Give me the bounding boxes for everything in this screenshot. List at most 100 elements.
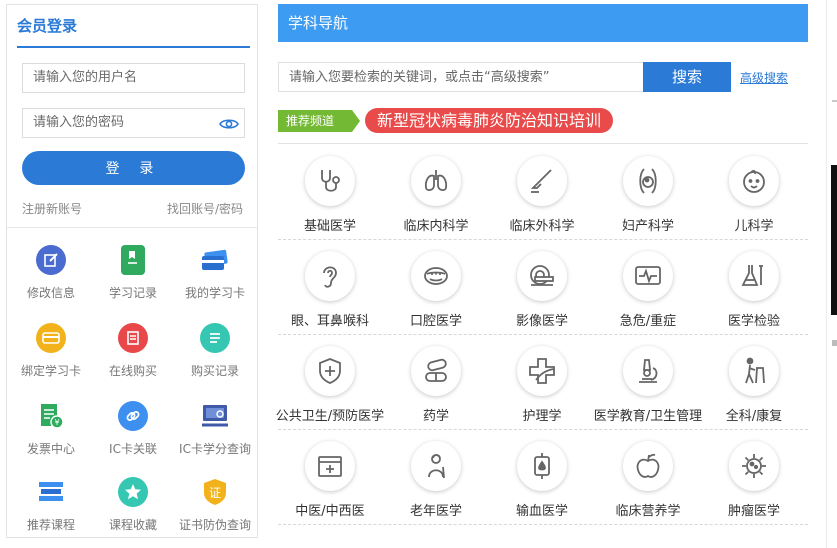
category-stomatology[interactable]: 口腔医学 xyxy=(381,251,491,329)
category-label: 中医/中西医 xyxy=(295,504,365,519)
category-label: 临床内科学 xyxy=(403,219,469,234)
category-emergency[interactable]: 急危/重症 xyxy=(593,251,703,329)
recommend-banner-covid-training[interactable]: 新型冠状病毒肺炎防治知识培训 xyxy=(365,108,614,133)
category-label: 临床营养学 xyxy=(615,504,681,519)
category-surgery[interactable]: 临床外科学 xyxy=(487,156,597,234)
category-geriatrics[interactable]: 老年医学 xyxy=(381,441,491,519)
password-field[interactable] xyxy=(22,108,245,138)
menu-item-my-card[interactable]: 我的学习卡 xyxy=(173,245,257,301)
divider xyxy=(278,429,808,430)
blood-bag-icon xyxy=(517,441,567,491)
shield-cross-icon xyxy=(305,346,355,396)
category-label: 药学 xyxy=(422,409,449,424)
register-link[interactable]: 注册新账号 xyxy=(22,200,82,217)
lab-flask-icon xyxy=(729,251,779,301)
menu-item-label: 学习记录 xyxy=(108,286,157,300)
menu-item-label: 购买记录 xyxy=(190,364,239,378)
category-oncology[interactable]: 肿瘤医学 xyxy=(699,441,809,519)
category-nursing[interactable]: 护理学 xyxy=(487,346,597,424)
microscope-icon xyxy=(623,346,673,396)
category-label: 影像医学 xyxy=(515,314,568,329)
search-input[interactable] xyxy=(279,63,643,91)
menu-item-study-record[interactable]: 学习记录 xyxy=(91,245,175,301)
category-nutrition[interactable]: 临床营养学 xyxy=(593,441,703,519)
medicine-box-icon xyxy=(305,441,355,491)
category-obstetrics[interactable]: 妇产科学 xyxy=(593,156,703,234)
password-input[interactable] xyxy=(33,109,213,136)
lungs-icon xyxy=(411,156,461,206)
menu-item-ic-credit-query[interactable]: IC卡学分查询 xyxy=(173,401,257,457)
category-label: 全科/康复 xyxy=(725,409,783,424)
cart-icon xyxy=(118,323,148,353)
link-icon xyxy=(118,401,148,431)
page-edge-banner xyxy=(831,165,837,315)
category-label: 急危/重症 xyxy=(619,314,677,329)
menu-item-bind-card[interactable]: 绑定学习卡 xyxy=(9,323,93,379)
divider xyxy=(278,143,808,144)
menu-item-label: IC卡关联 xyxy=(109,442,157,456)
bookmark-doc-icon xyxy=(121,245,145,275)
menu-item-label: 课程收藏 xyxy=(108,518,157,532)
certificate-icon: 证 xyxy=(200,477,230,507)
category-general-rehab[interactable]: 全科/康复 xyxy=(699,346,809,424)
search-field[interactable] xyxy=(278,62,643,92)
category-label: 临床外科学 xyxy=(509,219,575,234)
category-pediatrics[interactable]: 儿科学 xyxy=(699,156,809,234)
login-button[interactable]: 登 录 xyxy=(22,151,245,185)
advanced-search-link[interactable]: 高级搜索 xyxy=(740,69,788,86)
divider xyxy=(278,334,808,335)
category-basic-medicine[interactable]: 基础医学 xyxy=(275,156,385,234)
username-field[interactable] xyxy=(22,63,245,93)
search-button[interactable]: 搜索 xyxy=(643,62,731,92)
apple-icon xyxy=(623,441,673,491)
menu-item-course-favorites[interactable]: 课程收藏 xyxy=(91,477,175,533)
walker-icon xyxy=(729,346,779,396)
category-label: 公共卫生/预防医学 xyxy=(275,409,385,424)
menu-item-edit-info[interactable]: 修改信息 xyxy=(9,245,93,301)
menu-item-label: 发票中心 xyxy=(26,442,75,456)
category-lab-test[interactable]: 医学检验 xyxy=(699,251,809,329)
username-input[interactable] xyxy=(33,64,213,91)
elderly-icon xyxy=(411,441,461,491)
menu-item-online-buy[interactable]: 在线购买 xyxy=(91,323,175,379)
svg-text:¥: ¥ xyxy=(54,418,59,427)
category-label: 输血医学 xyxy=(515,504,568,519)
menu-item-label: 证书防伪查询 xyxy=(178,518,251,532)
forgot-password-link[interactable]: 找回账号/密码 xyxy=(167,200,243,217)
category-internal-medicine[interactable]: 临床内科学 xyxy=(381,156,491,234)
category-imaging[interactable]: 影像医学 xyxy=(487,251,597,329)
category-label: 口腔医学 xyxy=(409,314,462,329)
pills-icon xyxy=(411,346,461,396)
category-label: 医学教育/卫生管理 xyxy=(593,409,703,424)
category-label: 基础医学 xyxy=(303,219,356,234)
category-label: 医学检验 xyxy=(727,314,780,329)
recommend-channel-tag: 推荐频道 xyxy=(278,110,360,132)
page-edge-divider xyxy=(826,0,827,548)
books-icon xyxy=(36,477,66,507)
menu-item-label: 推荐课程 xyxy=(26,518,75,532)
category-pharmacy[interactable]: 药学 xyxy=(381,346,491,424)
star-icon xyxy=(118,477,148,507)
category-label: 儿科学 xyxy=(734,219,774,234)
ear-icon xyxy=(305,251,355,301)
tumor-cell-icon xyxy=(729,441,779,491)
stethoscope-icon xyxy=(305,156,355,206)
menu-item-certificate-query[interactable]: 证 证书防伪查询 xyxy=(173,477,257,533)
category-label: 妇产科学 xyxy=(621,219,674,234)
scalpel-icon xyxy=(517,156,567,206)
menu-item-ic-link[interactable]: IC卡关联 xyxy=(91,401,175,457)
category-tcm[interactable]: 中医/中西医 xyxy=(275,441,385,519)
menu-item-label: 在线购买 xyxy=(108,364,157,378)
menu-item-invoice-center[interactable]: ¥ 发票中心 xyxy=(9,401,93,457)
category-label: 肿瘤医学 xyxy=(727,504,780,519)
category-label: 老年医学 xyxy=(409,504,462,519)
category-eye-ent[interactable]: 眼、耳鼻喉科 xyxy=(275,251,385,329)
page-edge-mark xyxy=(832,100,837,102)
category-transfusion[interactable]: 输血医学 xyxy=(487,441,597,519)
menu-item-recommended-courses[interactable]: 推荐课程 xyxy=(9,477,93,533)
menu-item-purchase-record[interactable]: 购买记录 xyxy=(173,323,257,379)
baby-face-icon xyxy=(729,156,779,206)
category-medical-education[interactable]: 医学教育/卫生管理 xyxy=(593,346,703,424)
category-public-health[interactable]: 公共卫生/预防医学 xyxy=(275,346,385,424)
eye-icon[interactable] xyxy=(219,115,239,131)
